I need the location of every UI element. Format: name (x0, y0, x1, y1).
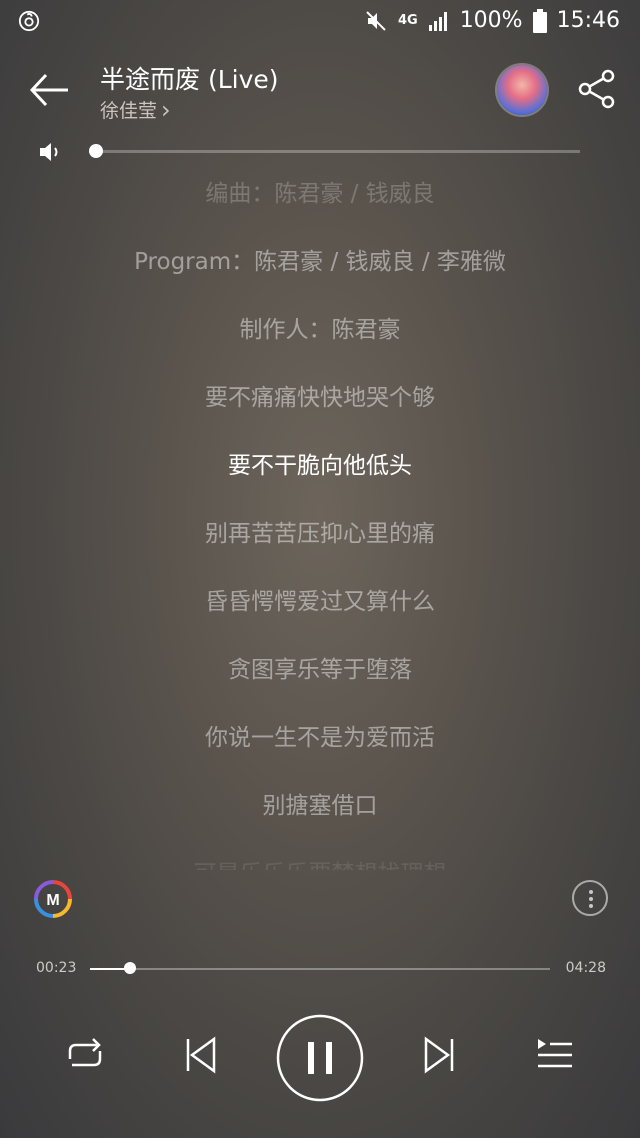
m-logo-icon[interactable]: M (34, 880, 72, 918)
playback-progress: 00:23 04:28 (0, 955, 640, 985)
mute-icon (366, 10, 386, 31)
lyric-line: 别再苦苦压抑心里的痛 (205, 521, 435, 547)
next-icon[interactable] (420, 1035, 460, 1075)
chevron-right-icon: › (161, 95, 171, 124)
share-icon[interactable] (576, 68, 618, 110)
lyrics-panel[interactable]: 编曲：陈君豪 / 钱威良 Program：陈君豪 / 钱威良 / 李雅微 制作人… (0, 170, 640, 870)
more-vertical-icon[interactable] (572, 880, 608, 916)
lyric-line: 昏昏愕愕爱过又算什么 (205, 589, 435, 615)
artist-name: 徐佳莹 (100, 100, 158, 122)
current-time: 00:23 (36, 960, 77, 976)
repeat-icon[interactable] (62, 1035, 108, 1075)
volume-slider[interactable] (95, 150, 580, 153)
lyric-line: 别搪塞借口 (262, 793, 378, 819)
playback-controls (0, 1010, 640, 1105)
netease-music-icon (18, 10, 40, 32)
lyric-line: 编曲：陈君豪 / 钱威良 (205, 181, 435, 207)
progress-slider[interactable] (90, 968, 550, 970)
current-lyric-line: 要不干脆向他低头 (228, 453, 412, 479)
battery-icon (532, 8, 547, 33)
pause-icon[interactable] (275, 1013, 365, 1103)
svg-text:M: M (46, 892, 59, 909)
lyric-line: 贪图享乐等于堕落 (228, 657, 412, 683)
avatar[interactable] (497, 65, 547, 115)
lyric-line: 你说一生不是为爱而活 (205, 725, 435, 751)
status-icons: 4G 100% 15:46 (364, 8, 620, 33)
status-bar: 4G 100% 15:46 (0, 0, 640, 44)
signal-icon (428, 11, 447, 31)
progress-knob[interactable] (123, 962, 136, 974)
total-time: 04:28 (565, 960, 606, 976)
previous-icon[interactable] (180, 1035, 220, 1075)
back-arrow-icon[interactable] (28, 70, 72, 110)
playlist-icon[interactable] (534, 1035, 574, 1075)
song-title: 半途而废 (Live) (100, 65, 279, 94)
volume-icon[interactable] (38, 140, 66, 164)
volume-control (0, 136, 640, 166)
clock: 15:46 (556, 8, 620, 33)
volume-knob[interactable] (89, 144, 103, 158)
lyric-line: Program：陈君豪 / 钱威良 / 李雅微 (134, 249, 506, 275)
lyric-line: 要不痛痛快快地哭个够 (205, 385, 435, 411)
player-header: 半途而废 (Live) 徐佳莹 › (0, 52, 640, 132)
battery-percent: 100% (459, 8, 523, 33)
lyric-line: 制作人：陈君豪 (239, 317, 401, 343)
network-type: 4G (397, 13, 418, 28)
lyric-line: 可是乐乐乐要梦想找理想 (0, 854, 640, 870)
artist-link[interactable]: 徐佳莹 › (100, 96, 171, 123)
